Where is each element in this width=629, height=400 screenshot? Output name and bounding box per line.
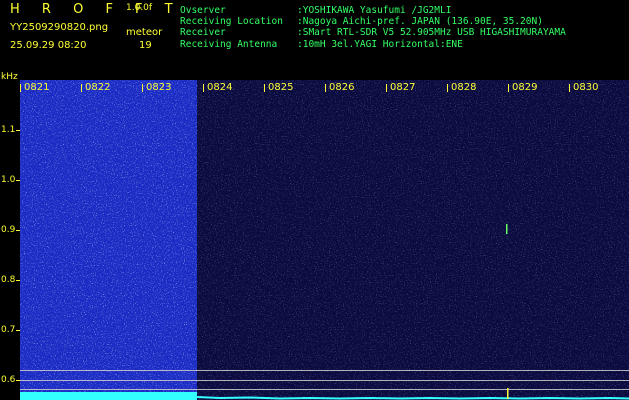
signal-spike [507, 388, 509, 399]
y-tick-mark [16, 330, 20, 331]
y-axis: 1.1 1.0 0.9 0.8 0.7 0.6 [0, 80, 20, 400]
image-datetime: 25.09.29 08:20 [10, 40, 87, 51]
x-tick-label: 0826 [329, 82, 355, 93]
x-tick-mark [142, 84, 143, 92]
info-key: Receiving Antenna [180, 38, 278, 50]
meteor-count: 19 [139, 40, 152, 51]
x-tick-label: 0825 [268, 82, 294, 93]
y-tick-mark [16, 130, 20, 131]
info-value: :YOSHIKAWA Yasufumi /JG2MLI [297, 5, 452, 16]
y-tick-label: 1.0 [1, 175, 16, 185]
x-tick-label: 0828 [451, 82, 477, 93]
y-tick-mark [16, 230, 20, 231]
y-tick-mark [16, 180, 20, 181]
meteor-echo [506, 224, 508, 234]
y-tick-mark [16, 280, 20, 281]
waterfall-spectrogram [20, 80, 629, 400]
info-value: :10mH 3el.YAGI Horizontal:ENE [297, 38, 463, 50]
frequency-marker-line [20, 370, 629, 371]
x-tick-mark [20, 84, 21, 92]
x-tick-label: 0824 [207, 82, 233, 93]
y-tick-label: 0.6 [1, 375, 16, 385]
x-tick-label: 0823 [146, 82, 172, 93]
x-tick-label: 0829 [512, 82, 538, 93]
header-panel: H R O F F T 1.0.0f YY2509290820.png 25.0… [0, 0, 629, 82]
frequency-marker-line [20, 380, 629, 381]
info-key: Receiving Location [180, 16, 283, 28]
x-tick-mark [386, 84, 387, 92]
info-row-observer: Ovserver :YOSHIKAWA Yasufumi /JG2MLI [180, 5, 566, 16]
station-info: Ovserver:YOSHIKAWA Yasufumi /JG2MLI Recei… [180, 5, 566, 50]
info-key: Ovserver [180, 5, 226, 16]
frequency-marker-line [20, 389, 629, 390]
app-title: H R O F F T [10, 2, 182, 17]
x-tick-label: 0830 [573, 82, 599, 93]
y-tick-mark [16, 380, 20, 381]
meteor-label: meteor [126, 27, 163, 38]
info-row-antenna: Receiving Antenna :10mH 3el.YAGI Horizont… [180, 39, 566, 50]
x-tick-mark [264, 84, 265, 92]
x-tick-mark [508, 84, 509, 92]
x-tick-mark [325, 84, 326, 92]
info-row-receiver: Receiver :SMart RTL-SDR V5 52.905MHz USB … [180, 27, 566, 38]
info-row-location: Receiving Location :Nagoya Aichi-pref. JA… [180, 16, 566, 27]
y-tick-label: 0.8 [1, 275, 16, 285]
x-tick-label: 0821 [24, 82, 50, 93]
x-tick-mark [81, 84, 82, 92]
info-value: :SMart RTL-SDR V5 52.905MHz USB HIGASHIM… [297, 27, 566, 39]
x-tick-label: 0827 [390, 82, 416, 93]
signal-trace-active [20, 392, 197, 400]
image-filename: YY2509290820.png [10, 22, 109, 33]
waterfall-noise-dark [197, 80, 629, 400]
info-value: :Nagoya Aichi-pref. JAPAN (136.90E, 35.2… [297, 16, 543, 28]
y-tick-label: 1.1 [1, 125, 16, 135]
x-tick-mark [447, 84, 448, 92]
app-version: 1.0.0f [126, 3, 153, 13]
waterfall-noise-bright [20, 80, 197, 400]
x-tick-mark [203, 84, 204, 92]
x-tick-label: 0822 [85, 82, 111, 93]
y-tick-label: 0.7 [1, 325, 16, 335]
y-tick-label: 0.9 [1, 225, 16, 235]
x-tick-mark [569, 84, 570, 92]
info-key: Receiver [180, 27, 226, 39]
